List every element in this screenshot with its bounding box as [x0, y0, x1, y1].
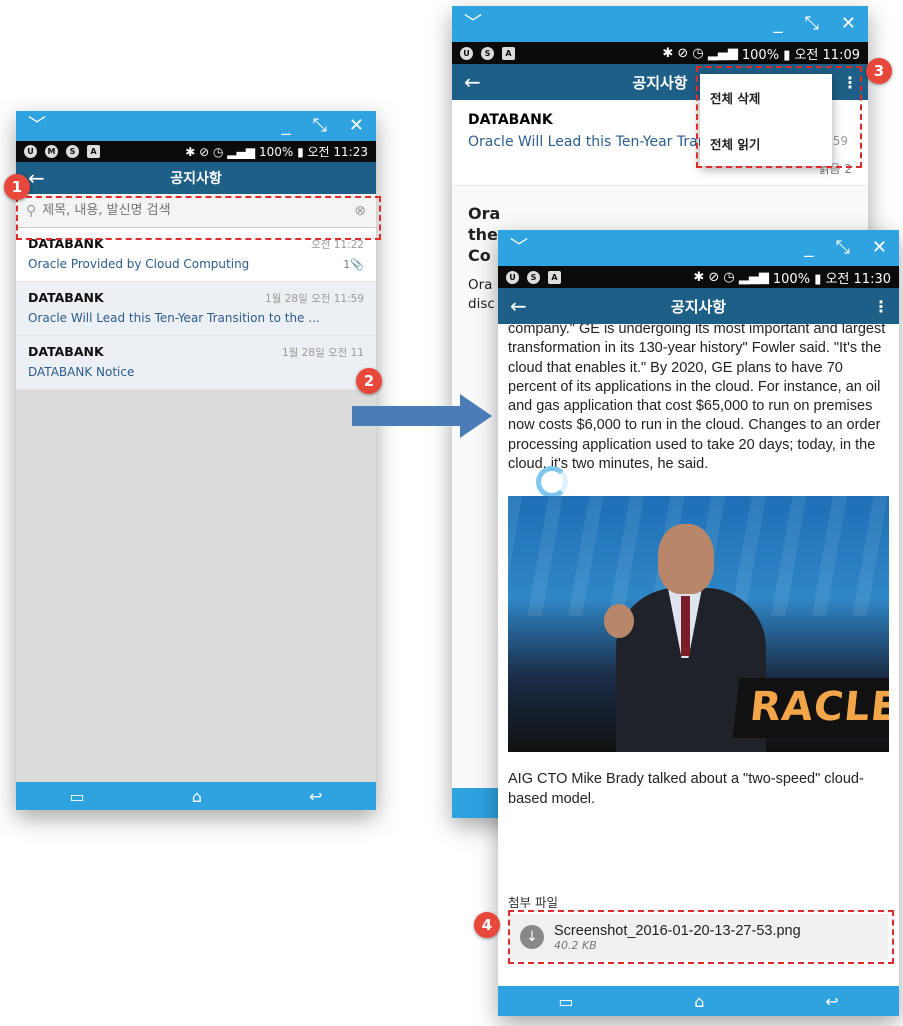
app-notification-icon: U [24, 145, 37, 158]
body-title: Ora [468, 204, 501, 223]
loading-spinner [536, 466, 568, 498]
connectivity-icons: ✱ ⊘ ◷ ▂▄▆ [662, 45, 738, 61]
app-bar: ← 공지사항 ⋮ [498, 288, 899, 324]
item-time: 1월 28일 오전 11:59 [265, 293, 364, 305]
status-bar: U S A ✱ ⊘ ◷ ▂▄▆ 100% ▮ 오전 11:30 [498, 266, 899, 288]
recent-apps-icon[interactable]: ▭ [70, 787, 85, 806]
back-arrow-icon[interactable]: ← [28, 166, 45, 190]
item-sender: DATABANK [28, 290, 104, 305]
status-bar: U M S A ✱ ⊘ ◷ ▂▄▆ 100% ▮ 오전 11:23 [16, 141, 376, 162]
item-subject: Oracle Provided by Cloud Computing [28, 257, 250, 271]
highlight-menu [696, 66, 862, 168]
item-subject: Oracle Will Lead this Ten-Year Transitio… [28, 311, 320, 325]
notice-list: DATABANK 오전 11:22 Oracle Provided by Clo… [16, 228, 376, 390]
app-notification-icon: S [527, 270, 540, 284]
connectivity-icons: ✱ ⊘ ◷ ▂▄▆ [693, 269, 769, 285]
back-arrow-icon[interactable]: ← [510, 294, 527, 318]
step-badge-2: 2 [356, 368, 382, 394]
app-notification-icon: S [481, 46, 494, 60]
app-notification-icon: A [87, 145, 100, 158]
recent-apps-icon[interactable]: ▭ [558, 992, 573, 1011]
app-notification-icon: S [66, 145, 79, 158]
status-clock: 100% ▮ 오전 11:23 [258, 145, 368, 159]
step-badge-1: 1 [4, 174, 30, 200]
minimize-icon[interactable]: _ [805, 239, 814, 257]
page-title: 공지사항 [670, 297, 727, 316]
home-icon[interactable]: ⌂ [694, 992, 704, 1011]
connectivity-icons: ✱ ⊘ ◷ ▂▄▆ [185, 144, 255, 159]
article-photo: RACLE [508, 496, 889, 753]
minimize-icon[interactable]: _ [282, 117, 291, 135]
window-titlebar: ﹀ _ ⤡ ✕ [16, 111, 376, 141]
window-titlebar: ﹀ _ ⤡ ✕ [452, 6, 868, 42]
app-notification-icon: U [506, 270, 519, 284]
back-icon[interactable]: ↩ [309, 787, 322, 806]
oracle-sign: RACLE [732, 678, 889, 739]
close-icon[interactable]: ✕ [841, 15, 856, 33]
chevron-down-icon[interactable]: ﹀ [510, 239, 528, 257]
app-notification-icon: A [548, 270, 561, 284]
highlight-attachment [508, 910, 894, 964]
window-titlebar: ﹀ _ ⤡ ✕ [498, 230, 899, 266]
attachment-count: 1📎 [343, 258, 364, 271]
item-subject: DATABANK Notice [28, 365, 135, 379]
attachment-label: 첨부 파일 [508, 895, 558, 910]
flow-arrow [352, 394, 492, 438]
list-item[interactable]: DATABANK 1월 28일 오전 11:59 Oracle Will Lea… [16, 282, 376, 336]
list-item[interactable]: DATABANK 1월 28일 오전 11 DATABANK Notice [16, 336, 376, 390]
android-nav-bar: ▭ ⌂ ↩ [16, 782, 376, 810]
sign-text: RACLE [747, 684, 889, 731]
page-title: 공지사항 [170, 171, 222, 187]
app-bar: ← 공지사항 [16, 162, 376, 194]
phone-notice-detail-attachment: ﹀ _ ⤡ ✕ U S A ✱ ⊘ ◷ ▂▄▆ 100% ▮ 오전 11:30 … [498, 230, 899, 1016]
chevron-down-icon[interactable]: ﹀ [28, 117, 46, 135]
status-clock: 100% ▮ 오전 11:09 [741, 47, 860, 63]
back-icon[interactable]: ↩ [825, 992, 838, 1011]
notice-body: company." GE is undergoing its most impo… [498, 320, 899, 474]
tutorial-stage: ﹀ _ ⤡ ✕ U M S A ✱ ⊘ ◷ ▂▄▆ 100% ▮ 오전 11:2… [0, 0, 903, 1026]
item-sender: DATABANK [28, 344, 104, 359]
status-bar: U S A ✱ ⊘ ◷ ▂▄▆ 100% ▮ 오전 11:09 [452, 42, 868, 64]
minimize-icon[interactable]: _ [774, 15, 783, 33]
status-clock: 100% ▮ 오전 11:30 [772, 271, 891, 287]
photo-caption: AIG CTO Mike Brady talked about a "two-s… [508, 771, 864, 807]
close-icon[interactable]: ✕ [349, 117, 364, 135]
step-badge-4: 4 [474, 912, 500, 938]
fullscreen-icon[interactable]: ⤡ [805, 15, 819, 33]
app-notification-icon: M [45, 145, 58, 158]
android-nav-bar: ▭ ⌂ ↩ [498, 986, 899, 1016]
fullscreen-icon[interactable]: ⤡ [313, 117, 327, 135]
app-notification-icon: A [502, 46, 515, 60]
overflow-menu-icon[interactable]: ⋮ [873, 297, 889, 316]
step-badge-3: 3 [866, 58, 892, 84]
home-icon[interactable]: ⌂ [192, 787, 202, 806]
highlight-search [16, 196, 381, 240]
app-notification-icon: U [460, 46, 473, 60]
back-arrow-icon[interactable]: ← [464, 70, 481, 94]
close-icon[interactable]: ✕ [872, 239, 887, 257]
item-time: 1월 28일 오전 11 [281, 347, 364, 359]
chevron-down-icon[interactable]: ﹀ [464, 15, 482, 33]
fullscreen-icon[interactable]: ⤡ [836, 239, 850, 257]
body-paragraph: company." GE is undergoing its most impo… [508, 321, 886, 472]
